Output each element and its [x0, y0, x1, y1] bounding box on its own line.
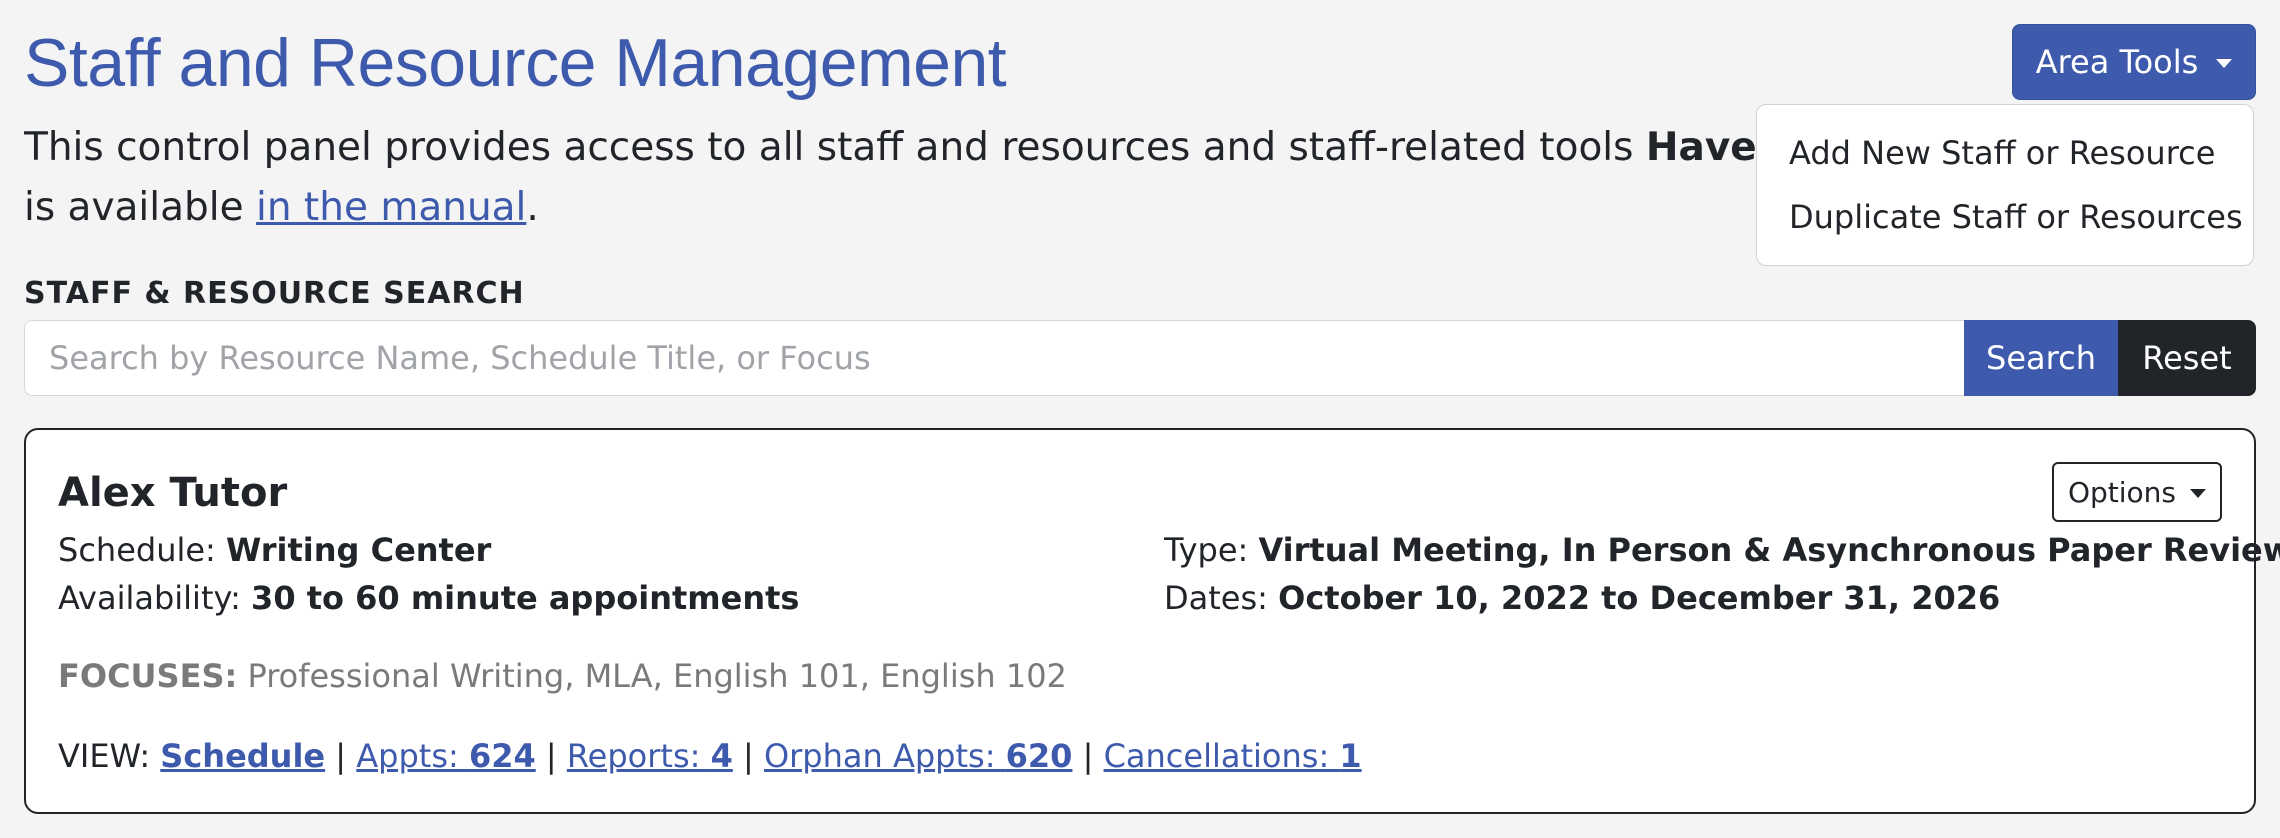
cancellations-link[interactable]: Cancellations: 1 [1104, 737, 1362, 775]
search-input[interactable] [24, 320, 1964, 396]
intro-line-2: is available in the manual. [24, 178, 1764, 238]
appts-count: 624 [468, 737, 536, 775]
search-bar: Search Reset [24, 320, 2256, 396]
cancellations-link-label: Cancellations: [1103, 737, 1340, 775]
area-tools-button[interactable]: Area Tools [2012, 24, 2256, 100]
orphan-appts-count: 620 [1005, 737, 1073, 775]
reset-button[interactable]: Reset [2118, 320, 2256, 396]
orphan-appts-link-label: Orphan Appts: [763, 737, 1006, 775]
availability-info: Availability: 30 to 60 minute appointmen… [58, 574, 799, 622]
intro-line2-after: . [526, 185, 539, 230]
options-label: Options [2067, 475, 2177, 509]
type-value: Virtual Meeting, In Person & Asynchronou… [1258, 531, 2280, 569]
resource-card: Alex Tutor Options Schedule: Writing Cen… [24, 428, 2280, 814]
separator: | [732, 737, 764, 775]
schedule-link-label: Schedule [160, 737, 326, 775]
menu-item-add-new-staff[interactable]: Add New Staff or Resource [1757, 121, 2253, 185]
reports-count: 4 [710, 737, 733, 775]
focuses-label: FOCUSES: [58, 657, 238, 695]
availability-label: Availability: [58, 579, 252, 617]
caret-down-icon [2216, 58, 2233, 68]
reports-link-label: Reports: [566, 737, 711, 775]
page: Staff and Resource Management This contr… [0, 0, 2280, 838]
focuses-value: Professional Writing, MLA, English 101, … [237, 657, 1067, 695]
intro-line2-before: is available [24, 185, 256, 230]
manual-link[interactable]: in the manual [256, 185, 526, 230]
reports-link[interactable]: Reports: 4 [567, 737, 733, 775]
intro-line-1: This control panel provides access to al… [24, 118, 1764, 178]
search-button[interactable]: Search [1964, 320, 2118, 396]
focuses-info: FOCUSES: Professional Writing, MLA, Engl… [58, 652, 1067, 700]
intro-text-before: This control panel provides access to al… [24, 125, 1646, 170]
type-label: Type: [1164, 531, 1259, 569]
separator: | [535, 737, 567, 775]
search-section-label: STAFF & RESOURCE SEARCH [24, 276, 525, 311]
orphan-appts-link[interactable]: Orphan Appts: 620 [764, 737, 1072, 775]
caret-down-icon [2190, 488, 2207, 498]
appts-link-label: Appts: [356, 737, 469, 775]
type-info: Type: Virtual Meeting, In Person & Async… [1164, 526, 2280, 574]
dates-value: October 10, 2022 to December 31, 2026 [1278, 579, 2001, 617]
area-tools-label: Area Tools [2035, 43, 2199, 81]
intro-bold-text: Have que [1645, 125, 1764, 170]
schedule-link[interactable]: Schedule [160, 737, 325, 775]
availability-value: 30 to 60 minute appointments [251, 579, 800, 617]
appts-link[interactable]: Appts: 624 [356, 737, 535, 775]
dates-label: Dates: [1164, 579, 1279, 617]
schedule-value: Writing Center [226, 531, 492, 569]
resource-name: Alex Tutor [58, 470, 288, 516]
separator: | [1072, 737, 1104, 775]
view-label: VIEW: [58, 737, 161, 775]
intro-text: This control panel provides access to al… [24, 118, 1764, 238]
separator: | [325, 737, 357, 775]
view-links: VIEW: Schedule | Appts: 624 | Reports: 4… [58, 732, 1362, 780]
cancellations-count: 1 [1339, 737, 1362, 775]
dates-info: Dates: October 10, 2022 to December 31, … [1164, 574, 2000, 622]
schedule-label: Schedule: [58, 531, 226, 569]
options-button[interactable]: Options [2052, 462, 2222, 522]
area-tools-dropdown-menu: Add New Staff or Resource Duplicate Staf… [1756, 104, 2254, 266]
page-title: Staff and Resource Management [24, 25, 1007, 101]
menu-item-duplicate-staff[interactable]: Duplicate Staff or Resources [1757, 185, 2253, 249]
schedule-info: Schedule: Writing Center [58, 526, 491, 574]
